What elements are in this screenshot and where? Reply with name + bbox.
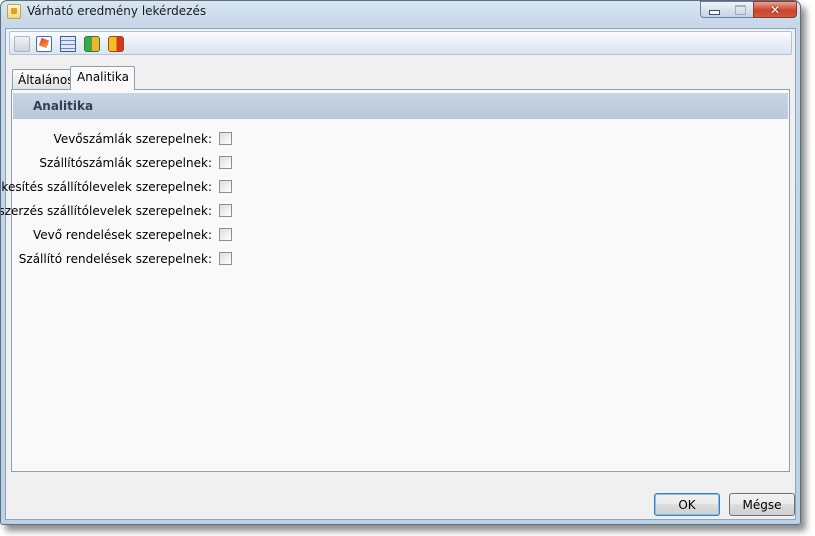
- window-title: Várható eredmény lekérdezés: [27, 4, 207, 18]
- field-row-purchase-delivery-notes: Beszerzés szállítólevelek szerepelnek:: [1, 203, 242, 219]
- minimize-icon: [708, 9, 720, 15]
- client-area: Általános Analitika Analitika Vevőszámlá…: [1, 28, 796, 520]
- field-label: Vevő rendelések szerepelnek:: [33, 228, 212, 242]
- close-button[interactable]: ✕: [753, 1, 797, 18]
- cancel-button[interactable]: Mégse: [729, 493, 795, 516]
- sales-delivery-notes-checkbox[interactable]: [219, 180, 232, 193]
- supplier-invoices-checkbox[interactable]: [219, 156, 232, 169]
- edit-icon[interactable]: [36, 36, 52, 52]
- title-bar[interactable]: Várható eredmény lekérdezés ✕: [1, 1, 800, 23]
- open-book-icon[interactable]: [84, 36, 100, 52]
- customer-orders-checkbox[interactable]: [219, 228, 232, 241]
- field-label: Beszerzés szállítólevelek szerepelnek:: [0, 204, 212, 218]
- main-window: Várható eredmény lekérdezés ✕ Általános …: [0, 0, 801, 525]
- copy-icon[interactable]: [14, 36, 30, 52]
- section-title: Analitika: [33, 99, 94, 113]
- export-icon[interactable]: [108, 36, 124, 52]
- document-yellow-icon: [7, 4, 21, 19]
- field-row-supplier-invoices: Szállítószámlák szerepelnek:: [12, 155, 242, 171]
- tab-general[interactable]: Általános: [12, 69, 79, 89]
- field-row-sales-delivery-notes: Értékesítés szállítólevelek szerepelnek:: [1, 179, 242, 195]
- close-icon: ✕: [769, 2, 781, 17]
- tab-panel-analytics: Analitika Vevőszámlák szerepelnek: Száll…: [1, 89, 790, 472]
- maximize-button: [727, 1, 754, 18]
- toolbar: [9, 31, 792, 55]
- field-label: Értékesítés szállítólevelek szerepelnek:: [0, 180, 212, 194]
- field-label: Szállítószámlák szerepelnek:: [39, 156, 212, 170]
- minimize-button[interactable]: [700, 1, 728, 18]
- field-row-supplier-orders: Szállító rendelések szerepelnek:: [12, 251, 242, 267]
- field-row-customer-orders: Vevő rendelések szerepelnek:: [12, 227, 242, 243]
- ok-button[interactable]: OK: [654, 493, 720, 516]
- calculator-icon[interactable]: [60, 36, 76, 52]
- section-header: Analitika: [13, 93, 788, 119]
- customer-invoices-checkbox[interactable]: [219, 132, 232, 145]
- supplier-orders-checkbox[interactable]: [219, 252, 232, 265]
- tab-analytics[interactable]: Analitika: [70, 66, 135, 90]
- field-label: Vevőszámlák szerepelnek:: [53, 132, 212, 146]
- field-row-customer-invoices: Vevőszámlák szerepelnek:: [12, 131, 242, 147]
- purchase-delivery-notes-checkbox[interactable]: [219, 204, 232, 217]
- field-label: Szállító rendelések szerepelnek:: [18, 252, 212, 266]
- maximize-icon: [734, 4, 746, 15]
